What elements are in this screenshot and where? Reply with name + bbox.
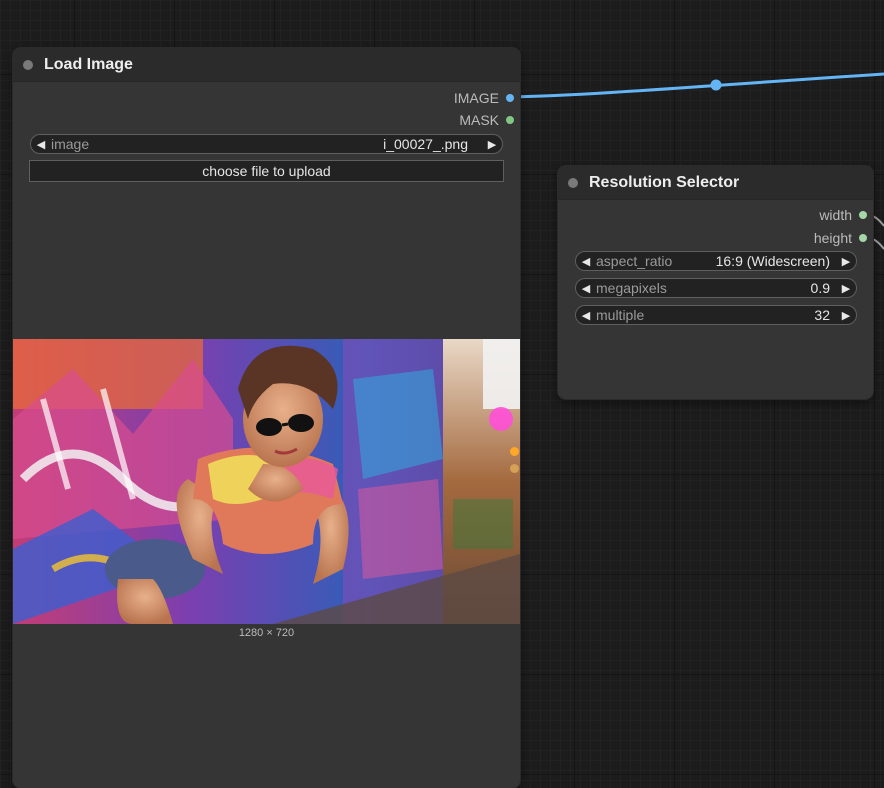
choose-file-button[interactable]: choose file to upload: [29, 160, 504, 182]
socket-yellow-icon[interactable]: [510, 464, 519, 473]
left-arrow-icon[interactable]: ◀: [31, 138, 51, 151]
image-combo-widget[interactable]: ◀ image i_00027_.png ▶: [30, 134, 503, 154]
widget-value: 32: [814, 307, 830, 323]
load-image-header[interactable]: Load Image: [13, 48, 520, 82]
widget-label: image: [51, 136, 90, 152]
output-socket-icon[interactable]: [859, 234, 867, 242]
right-arrow-icon[interactable]: ▶: [836, 255, 856, 268]
widget-label: multiple: [596, 307, 645, 323]
output-socket-icon[interactable]: [859, 211, 867, 219]
output-label: IMAGE: [453, 90, 499, 106]
aspect-ratio-widget[interactable]: ◀ aspect_ratio 16:9 (Widescreen) ▶: [575, 251, 857, 271]
output-label: width: [819, 207, 852, 223]
right-arrow-icon[interactable]: ▶: [836, 282, 856, 295]
output-label: height: [813, 230, 852, 246]
output-label: MASK: [459, 112, 499, 128]
node-title: Resolution Selector: [589, 173, 740, 191]
link-midpoint-handle[interactable]: [710, 79, 722, 91]
socket-orange-icon[interactable]: [510, 447, 519, 456]
node-title: Load Image: [44, 55, 133, 73]
preview-dimensions: 1280 × 720: [238, 627, 295, 639]
widget-value: 0.9: [810, 280, 830, 296]
collapse-dot-icon[interactable]: [568, 177, 578, 188]
image-link-wire[interactable]: [508, 72, 884, 99]
widget-label: aspect_ratio: [596, 253, 673, 269]
collapse-dot-icon[interactable]: [23, 59, 33, 70]
resolution-selector-header[interactable]: Resolution Selector: [558, 166, 873, 200]
widget-value: 16:9 (Widescreen): [715, 253, 830, 269]
output-socket-icon[interactable]: [506, 116, 514, 124]
output-height[interactable]: height: [814, 230, 867, 246]
resolution-selector-node[interactable]: Resolution Selector width height ◀ aspec…: [558, 166, 873, 399]
left-arrow-icon[interactable]: ◀: [576, 255, 596, 268]
left-arrow-icon[interactable]: ◀: [576, 282, 596, 295]
right-arrow-icon[interactable]: ▶: [482, 138, 502, 151]
output-image[interactable]: IMAGE: [454, 90, 514, 106]
graffiti-photo: [13, 339, 520, 624]
output-mask[interactable]: MASK: [459, 112, 514, 128]
image-preview: [13, 339, 520, 624]
multiple-widget[interactable]: ◀ multiple 32 ▶: [575, 305, 857, 325]
load-image-node[interactable]: Load Image IMAGE MASK ◀ image i_00027_.p…: [13, 48, 520, 788]
megapixels-widget[interactable]: ◀ megapixels 0.9 ▶: [575, 278, 857, 298]
widget-label: megapixels: [596, 280, 667, 296]
output-width[interactable]: width: [819, 207, 867, 223]
right-arrow-icon[interactable]: ▶: [836, 309, 856, 322]
widget-value: i_00027_.png: [383, 136, 468, 152]
left-arrow-icon[interactable]: ◀: [576, 309, 596, 322]
output-socket-icon[interactable]: [506, 94, 514, 102]
